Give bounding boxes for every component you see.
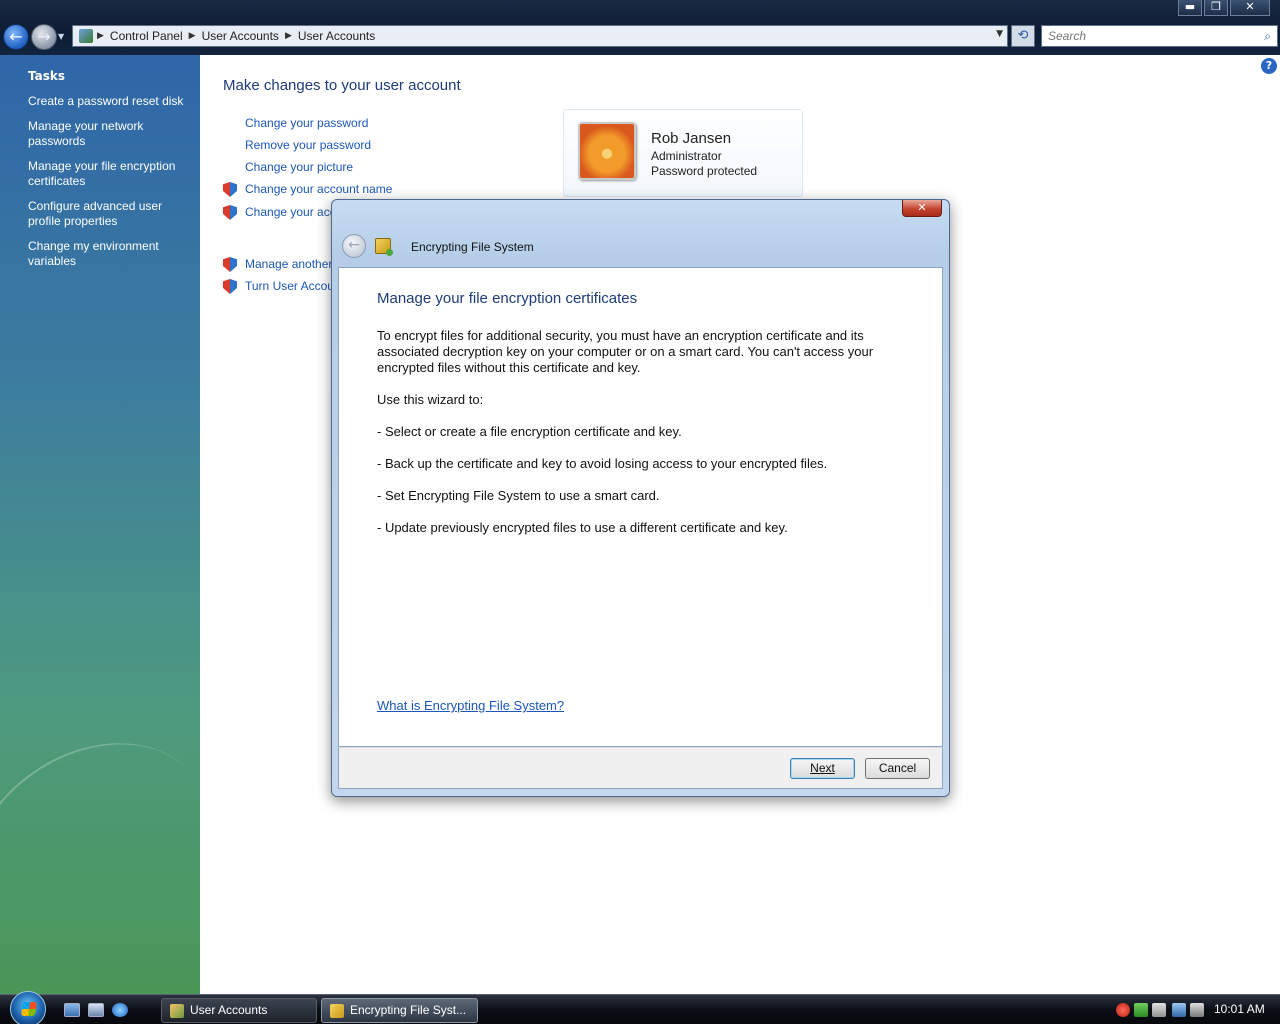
minimize-button[interactable]: ▬: [1178, 0, 1202, 16]
dialog-body: Manage your file encryption certificates…: [338, 267, 943, 747]
user-name: Rob Jansen: [651, 130, 732, 147]
user-picture: [578, 122, 636, 180]
page-title: Make changes to your user account: [223, 77, 461, 94]
breadcrumb-separator-icon[interactable]: ▶: [285, 31, 292, 41]
address-dropdown-icon[interactable]: ▼: [996, 29, 1003, 39]
task-change-environment-variables[interactable]: Change my environment variables: [28, 239, 188, 269]
restore-button[interactable]: ❐: [1204, 0, 1228, 16]
breadcrumb-control-panel[interactable]: Control Panel: [110, 29, 183, 43]
user-card: Rob Jansen Administrator Password protec…: [563, 109, 803, 197]
search-placeholder: Search: [1048, 29, 1087, 43]
task-configure-advanced-profile[interactable]: Configure advanced user profile properti…: [28, 199, 188, 229]
dialog-heading: Manage your file encryption certificates: [377, 290, 638, 307]
dialog-paragraph: - Back up the certificate and key to avo…: [377, 456, 828, 471]
change-password-link[interactable]: Change your password: [245, 116, 368, 130]
window-controls: ▬ ❐ ✕: [1176, 0, 1270, 16]
internet-explorer-icon[interactable]: [112, 1003, 128, 1017]
uac-shield-icon: [223, 279, 237, 294]
forward-button[interactable]: →: [31, 24, 57, 50]
show-desktop-icon[interactable]: [64, 1003, 80, 1017]
switch-windows-icon[interactable]: [88, 1003, 104, 1017]
system-tray: 10:01 AM: [1110, 995, 1280, 1024]
uac-shield-icon: [223, 182, 237, 197]
taskbar-encrypting-file-system[interactable]: Encrypting File Syst...: [321, 998, 478, 1023]
user-accounts-icon: [170, 1004, 184, 1018]
dialog-paragraph: - Set Encrypting File System to use a sm…: [377, 488, 660, 503]
back-button[interactable]: ←: [3, 24, 29, 50]
efs-wizard-dialog: ✕ ← Encrypting File System Manage your f…: [331, 199, 950, 797]
clock[interactable]: 10:01 AM: [1214, 1002, 1265, 1016]
dialog-description: To encrypt files for additional security…: [377, 328, 907, 552]
control-panel-icon: [79, 29, 93, 43]
dialog-footer: Next Cancel: [338, 747, 943, 789]
certificate-icon: [375, 238, 393, 256]
refresh-button[interactable]: ⟲: [1011, 25, 1035, 47]
recent-pages-dropdown[interactable]: ▼: [58, 32, 64, 41]
user-password-status: Password protected: [651, 164, 758, 178]
taskbar-button-label: Encrypting File Syst...: [350, 1003, 467, 1017]
help-icon[interactable]: ?: [1261, 58, 1277, 74]
change-picture-link[interactable]: Change your picture: [245, 160, 353, 174]
dialog-paragraph: - Select or create a file encryption cer…: [377, 424, 682, 439]
tasks-sidebar: Tasks Create a password reset disk Manag…: [0, 55, 254, 1011]
change-account-name-link[interactable]: Change your account name: [245, 182, 392, 196]
close-button[interactable]: ✕: [1230, 0, 1270, 16]
volume-icon[interactable]: [1190, 1003, 1204, 1017]
task-manage-network-passwords[interactable]: Manage your network passwords: [28, 119, 188, 149]
uac-shield-icon: [223, 205, 237, 220]
search-input[interactable]: Search ⌕: [1041, 25, 1278, 47]
remove-password-link[interactable]: Remove your password: [245, 138, 371, 152]
task-manage-file-encryption-certificates[interactable]: Manage your file encryption certificates: [28, 159, 188, 189]
taskbar: User Accounts Encrypting File Syst... 10…: [0, 991, 1280, 1024]
dialog-back-button[interactable]: ←: [342, 234, 366, 258]
breadcrumb-separator-icon[interactable]: ▶: [189, 31, 196, 41]
what-is-efs-link[interactable]: What is Encrypting File System?: [377, 698, 564, 713]
task-create-password-reset-disk[interactable]: Create a password reset disk: [28, 94, 188, 109]
address-bar[interactable]: ▶ Control Panel ▶ User Accounts ▶ User A…: [72, 25, 1008, 47]
tasks-heading: Tasks: [28, 69, 66, 83]
start-button[interactable]: [10, 991, 46, 1024]
breadcrumb-user-accounts-current[interactable]: User Accounts: [298, 29, 375, 43]
search-icon[interactable]: ⌕: [1264, 29, 1271, 44]
taskbar-button-label: User Accounts: [190, 1003, 268, 1017]
dialog-paragraph: To encrypt files for additional security…: [377, 328, 874, 375]
next-button[interactable]: Next: [790, 758, 855, 779]
dialog-close-button[interactable]: ✕: [902, 200, 942, 217]
status-check-icon[interactable]: [1134, 1003, 1148, 1017]
breadcrumb-separator-icon[interactable]: ▶: [97, 31, 104, 41]
network-icon[interactable]: [1172, 1003, 1186, 1017]
title-bar: ▬ ❐ ✕ ← → ▼ ▶ Control Panel ▶ User Accou…: [0, 0, 1280, 55]
cancel-button[interactable]: Cancel: [865, 758, 930, 779]
taskbar-user-accounts[interactable]: User Accounts: [161, 998, 317, 1023]
uac-shield-icon: [223, 257, 237, 272]
security-alert-icon[interactable]: [1116, 1003, 1130, 1017]
dialog-title: Encrypting File System: [411, 240, 534, 254]
dialog-paragraph: Use this wizard to:: [377, 392, 484, 407]
certificate-icon: [330, 1004, 344, 1018]
breadcrumb-user-accounts[interactable]: User Accounts: [202, 29, 279, 43]
user-role: Administrator: [651, 149, 722, 163]
dialog-paragraph: - Update previously encrypted files to u…: [377, 520, 788, 535]
tray-app-icon[interactable]: [1152, 1003, 1166, 1017]
